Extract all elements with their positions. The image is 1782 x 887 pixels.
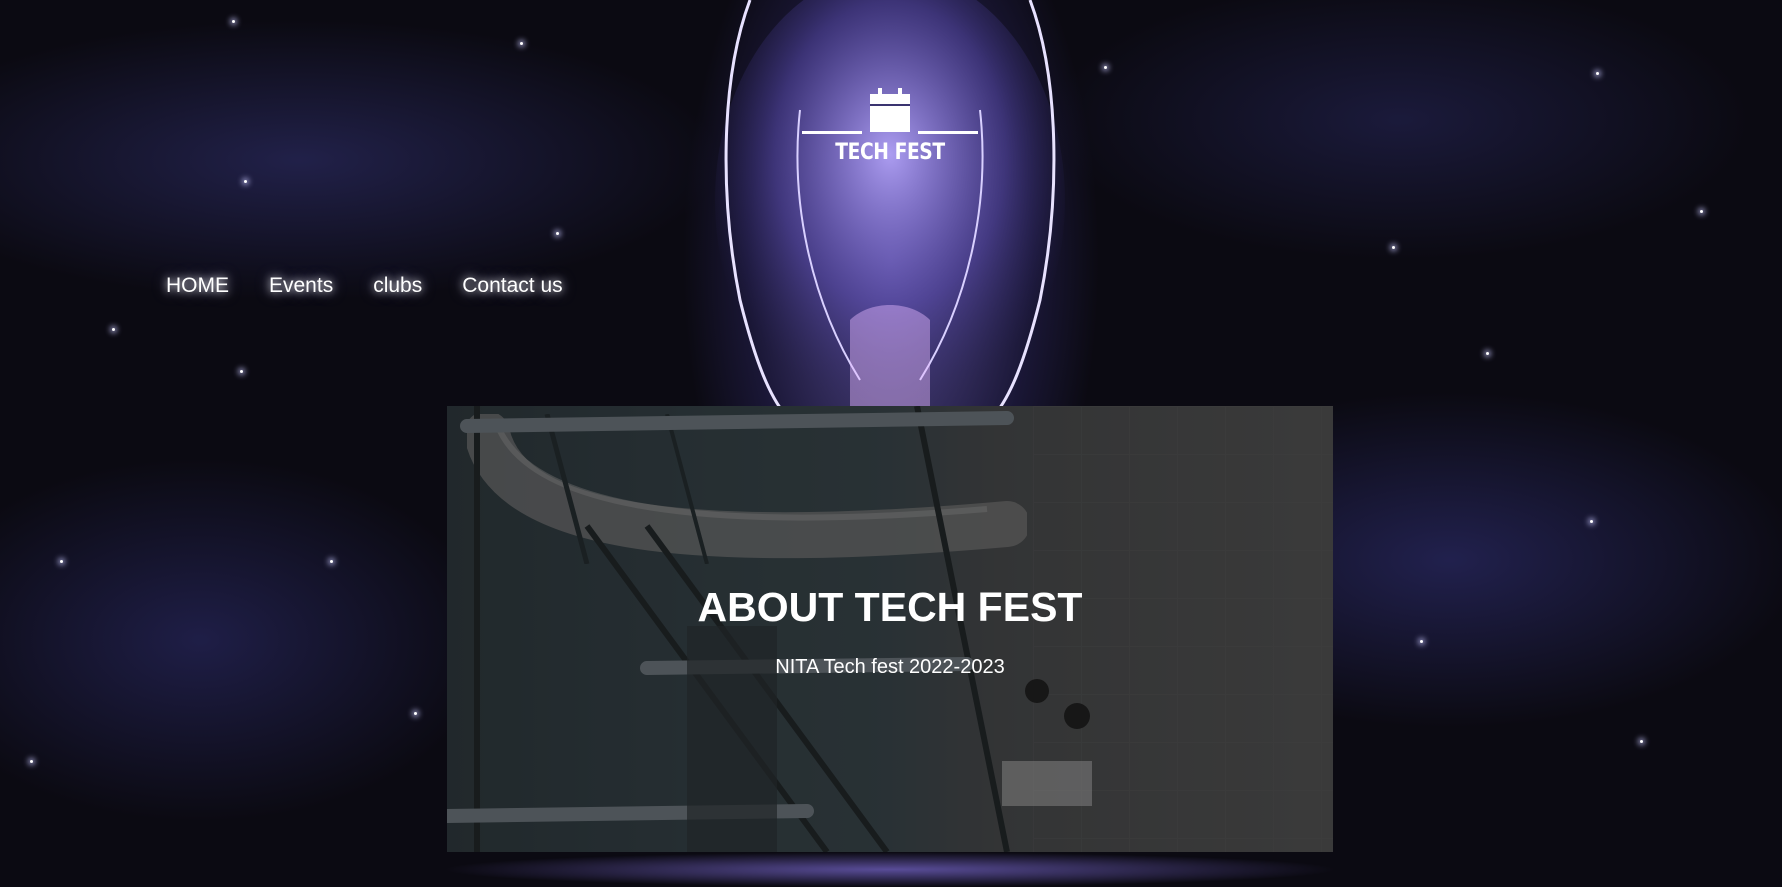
hero-title: ABOUT TECH FEST — [697, 584, 1083, 630]
nav-events[interactable]: Events — [269, 274, 333, 298]
nav-home[interactable]: HOME — [166, 274, 229, 298]
nav-contact-us[interactable]: Contact us — [462, 274, 562, 298]
about-hero-banner: ABOUT TECH FEST NITA Tech fest 2022-2023 — [447, 406, 1333, 852]
page-background: TECH FEST HOME Events clubs Contact us A… — [0, 0, 1782, 887]
logo-line-right — [918, 131, 978, 134]
logo-text: TECH FEST — [835, 140, 945, 165]
tech-fest-logo[interactable]: TECH FEST — [800, 88, 980, 178]
main-nav: HOME Events clubs Contact us — [166, 274, 563, 298]
hero-subtitle: NITA Tech fest 2022-2023 — [775, 656, 1005, 678]
bottom-glow — [440, 852, 1340, 887]
logo-line-left — [802, 131, 862, 134]
nav-clubs[interactable]: clubs — [373, 274, 422, 298]
glowing-figure-illustration — [715, 0, 1065, 420]
calendar-icon — [870, 88, 910, 132]
